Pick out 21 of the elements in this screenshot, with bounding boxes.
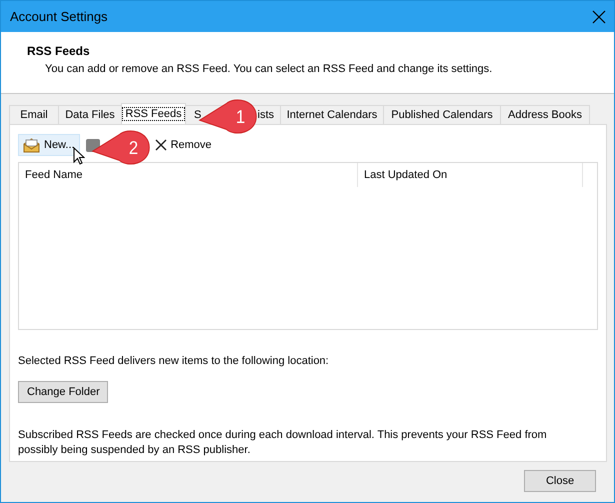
change-folder-button[interactable]: Change Folder <box>18 381 108 403</box>
mouse-cursor-icon <box>73 147 85 165</box>
remove-button[interactable]: Remove <box>150 134 217 156</box>
header-title: RSS Feeds <box>27 44 91 58</box>
close-icon <box>154 139 167 151</box>
tab-label[interactable]: ists <box>258 109 274 121</box>
callout-tooltip: 2 <box>92 130 150 165</box>
envelope-icon <box>23 138 40 152</box>
window-title: Account Settings <box>10 9 108 24</box>
header-description: You can add or remove an RSS Feed. You can select an RSS Feed and change its settings. <box>45 63 494 75</box>
tab[interactable]: Address Books <box>500 105 590 124</box>
toolbar-icon[interactable] <box>86 138 100 152</box>
tab-label[interactable]: S <box>194 109 202 121</box>
tab[interactable]: RSS Feeds <box>121 103 186 124</box>
column-header[interactable]: Last Updated On <box>358 163 583 187</box>
new-button[interactable]: New... <box>18 134 80 156</box>
note-text: Subscribed RSS Feeds are checked once during each download interval. This prevents your RSS Feed from possibly being suspended by an RSS publisher. <box>18 428 548 458</box>
close-icon[interactable] <box>592 10 606 24</box>
location-text: Selected RSS Feed delivers new items to the following location: <box>18 355 330 367</box>
close-button[interactable]: Close <box>524 470 596 492</box>
tab[interactable]: Email <box>9 105 59 124</box>
